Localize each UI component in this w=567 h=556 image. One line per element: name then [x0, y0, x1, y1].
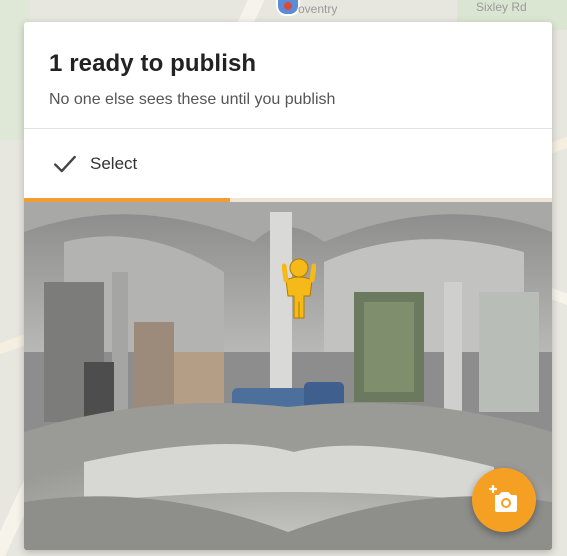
photosphere-preview[interactable]	[24, 202, 552, 550]
add-photo-camera-icon	[488, 484, 517, 512]
card-header: 1 ready to publish No one else sees thes…	[24, 22, 552, 128]
map-label: oventry	[298, 2, 338, 16]
card-subtitle: No one else sees these until you publish	[49, 91, 336, 108]
map-label: Sixley Rd	[476, 0, 527, 14]
location-pin-icon[interactable]	[276, 0, 300, 16]
add-photo-button[interactable]	[472, 468, 536, 532]
pegman-icon[interactable]	[282, 256, 316, 320]
publish-card: 1 ready to publish No one else sees thes…	[24, 22, 552, 550]
screen: oventry Sixley Rd 1 ready to publish No …	[0, 0, 567, 556]
card-title: 1 ready to publish	[49, 50, 257, 77]
select-button[interactable]: Select	[24, 129, 552, 201]
select-label: Select	[90, 154, 138, 173]
checkmark-icon	[54, 155, 76, 173]
